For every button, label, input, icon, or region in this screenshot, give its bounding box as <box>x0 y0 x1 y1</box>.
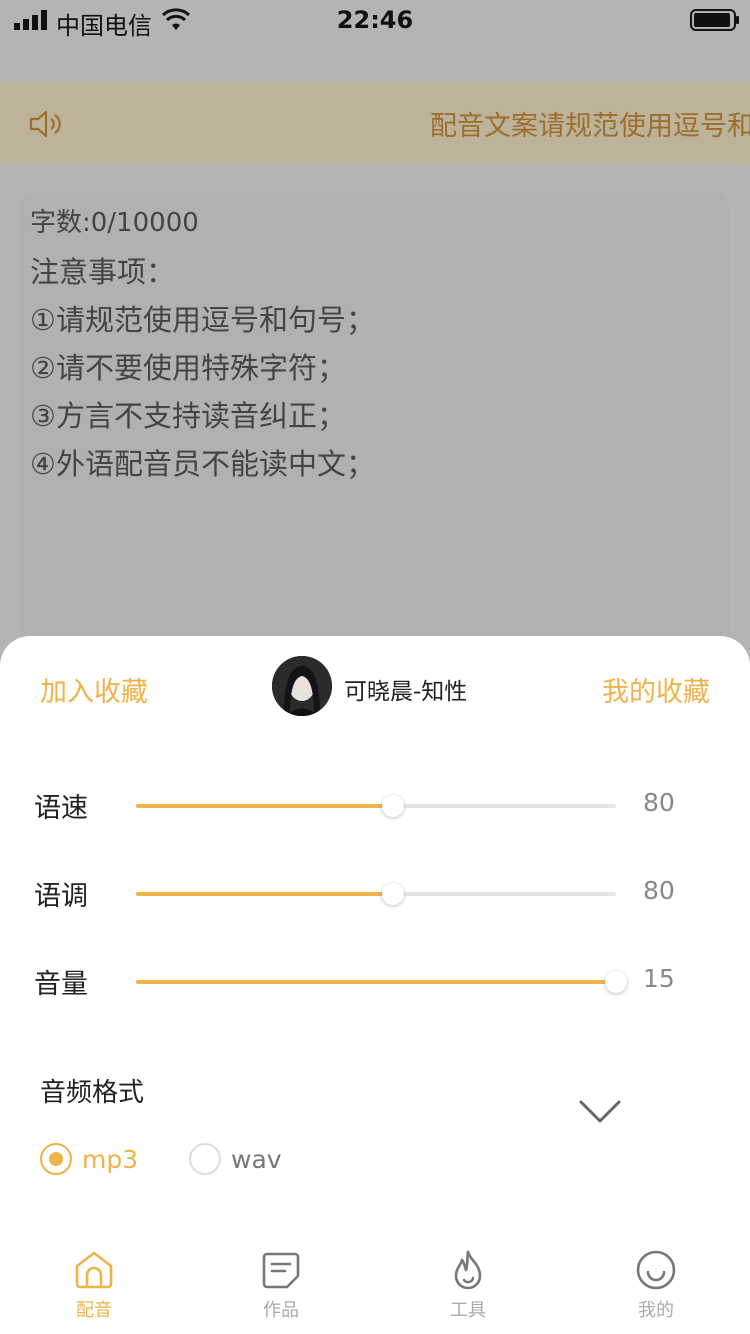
note-line: ①请规范使用逗号和句号； <box>30 303 375 337</box>
volume-slider-row: 音量 15 <box>0 962 750 1002</box>
pitch-value: 80 <box>643 876 675 905</box>
notice-banner: 配音文案请规范使用逗号和句号 <box>0 82 750 164</box>
radio-unchecked-icon <box>189 1143 221 1175</box>
format-label: mp3 <box>82 1144 139 1174</box>
word-count: 字数:0/10000 <box>30 208 199 238</box>
flame-icon <box>454 1250 482 1290</box>
note-line: ④外语配音员不能读中文； <box>30 447 375 481</box>
voice-name: 可晓晨-知性 <box>344 679 468 705</box>
tab-tools[interactable]: 工具 <box>408 1240 528 1334</box>
note-line: ②请不要使用特殊字符； <box>30 351 346 385</box>
volume-slider[interactable] <box>136 971 627 993</box>
volume-label: 音量 <box>34 969 88 1000</box>
format-option-mp3[interactable]: mp3 <box>40 1142 138 1176</box>
volume-slider-fill <box>136 980 616 984</box>
status-bar: 中国电信 22:46 <box>0 0 750 42</box>
format-option-wav[interactable]: wav <box>189 1142 282 1176</box>
pitch-slider-fill <box>136 892 393 896</box>
battery-icon <box>690 9 739 31</box>
script-editor[interactable]: 字数:0/10000 注意事项： ①请规范使用逗号和句号； ②请不要使用特殊字符… <box>20 192 730 652</box>
speed-label: 语速 <box>34 793 88 824</box>
volume-value: 15 <box>643 964 675 993</box>
add-favorite-button[interactable]: 加入收藏 <box>40 670 148 709</box>
voice-avatar-image <box>272 656 332 716</box>
format-label: wav <box>231 1144 282 1174</box>
home-icon <box>75 1251 113 1289</box>
note-line: 注意事项： <box>30 255 176 289</box>
editor-placeholder-notes: 注意事项： ①请规范使用逗号和句号； ②请不要使用特殊字符； ③方言不支持读音纠… <box>30 248 375 488</box>
speed-slider-thumb[interactable] <box>381 795 404 817</box>
speaker-icon <box>29 110 61 138</box>
my-favorites-button[interactable]: 我的收藏 <box>602 670 710 709</box>
pitch-slider-thumb[interactable] <box>381 883 404 905</box>
tab-works[interactable]: 作品 <box>221 1240 341 1334</box>
chevron-down-icon[interactable] <box>578 1098 622 1126</box>
speed-value: 80 <box>643 788 675 817</box>
speed-slider-row: 语速 80 <box>0 786 750 826</box>
speed-slider[interactable] <box>136 795 616 817</box>
audio-format-title: 音频格式 <box>40 1078 145 1108</box>
document-icon <box>262 1252 300 1289</box>
pitch-slider-row: 语调 80 <box>0 874 750 914</box>
voice-settings-sheet: 加入收藏 可晓晨-知性 我的收藏 语速 80 语调 80 音量 15 音频格式 … <box>0 636 750 1334</box>
speed-slider-fill <box>136 804 393 808</box>
volume-slider-thumb[interactable] <box>605 971 627 993</box>
notice-text: 配音文案请规范使用逗号和句号 <box>430 111 750 142</box>
tab-label: 工具 <box>450 1300 486 1321</box>
avatar[interactable] <box>272 656 332 716</box>
pitch-slider[interactable] <box>136 883 616 905</box>
tab-dubbing[interactable]: 配音 <box>34 1240 154 1334</box>
note-line: ③方言不支持读音纠正； <box>30 399 346 433</box>
tab-label: 作品 <box>263 1300 299 1321</box>
tab-label: 配音 <box>76 1300 112 1321</box>
radio-checked-icon <box>40 1143 72 1175</box>
status-time: 22:46 <box>336 6 414 34</box>
bottom-tab-bar: 配音 作品 工具 我的 <box>0 1240 750 1334</box>
tab-mine[interactable]: 我的 <box>596 1240 716 1334</box>
tab-label: 我的 <box>638 1300 674 1321</box>
smile-icon <box>636 1250 676 1290</box>
pitch-label: 语调 <box>34 881 88 912</box>
